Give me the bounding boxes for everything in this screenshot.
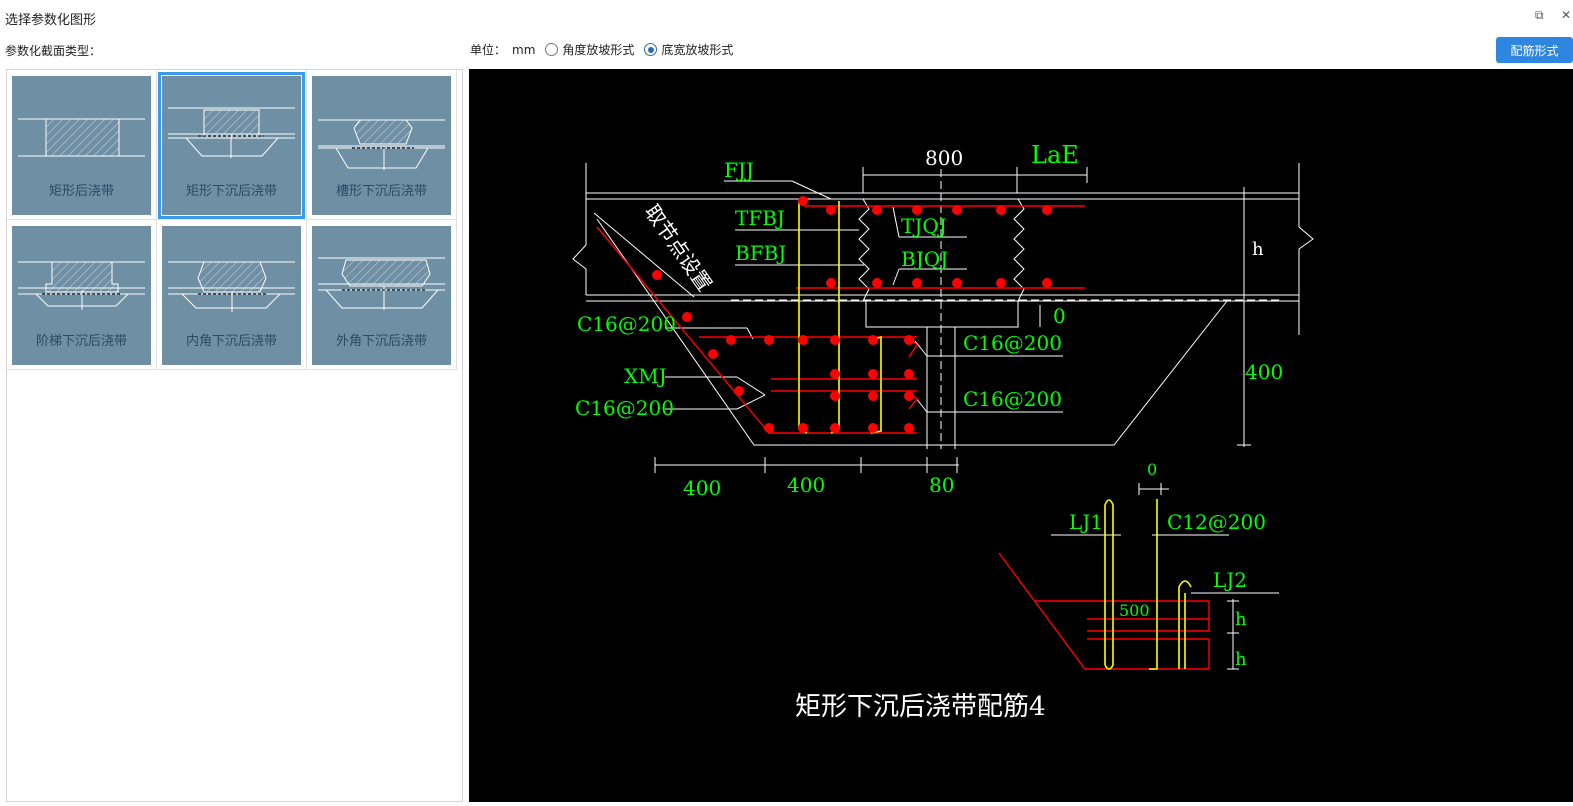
restore-icon[interactable]: ⧉ <box>1535 8 1544 23</box>
shape-label: 外角下沉后浇带 <box>335 334 427 349</box>
drawing-caption: 矩形下沉后浇带配筋4 <box>795 692 1046 722</box>
radio-base-width-slope[interactable] <box>644 43 658 56</box>
label-c16-b: C16@200 <box>575 396 674 420</box>
shape-card-rect-sunken[interactable]: 矩形下沉后浇带 <box>157 70 307 220</box>
shape-label: 槽形下沉后浇带 <box>335 184 427 199</box>
dim-h-b: h <box>1235 609 1247 630</box>
dim-400-b: 400 <box>787 473 825 497</box>
shape-thumb[interactable]: 内角下沉后浇带 <box>162 226 301 365</box>
shape-list-panel: 矩形后浇带 矩形下沉后浇带 槽形下沉后浇带 阶梯下沉后浇带 内角下沉后浇带 外角… <box>6 69 463 802</box>
label-c16-a: C16@200 <box>577 312 676 336</box>
shape-label: 阶梯下沉后浇带 <box>35 334 127 349</box>
section-type-label: 参数化截面类型： <box>5 44 102 58</box>
dim-500: 500 <box>1119 601 1150 620</box>
shape-card-inner-corner-sunken[interactable]: 内角下沉后浇带 <box>157 220 307 370</box>
label-fjj: FJJ <box>724 158 754 182</box>
cad-preview-canvas: FJJ TFBJ BFBJ TJQJ BJQJ C16@200 XMJ C16@… <box>469 69 1573 802</box>
window-title: 选择参数化图形 <box>5 13 97 28</box>
dim-zero-a: 0 <box>1053 304 1066 328</box>
radio-angle-slope-label[interactable]: 角度放坡形式 <box>562 41 634 58</box>
rebar-form-button[interactable]: 配筋形式 <box>1496 37 1573 63</box>
shape-label: 内角下沉后浇带 <box>185 334 277 349</box>
title-bar: 选择参数化图形 ⧉ ✕ <box>0 0 1573 34</box>
dim-800: 800 <box>925 146 963 170</box>
shape-label: 矩形下沉后浇带 <box>185 184 277 199</box>
shape-thumb[interactable]: 外角下沉后浇带 <box>312 226 451 365</box>
unit-label: 单位： <box>470 43 507 57</box>
dim-zero-b: 0 <box>1147 460 1157 479</box>
label-tfbj: TFBJ <box>735 206 785 230</box>
shape-label: 矩形后浇带 <box>48 184 114 199</box>
label-lj2: LJ2 <box>1213 568 1247 592</box>
unit-value: mm <box>512 42 536 57</box>
dim-lae: LaE <box>1031 141 1079 169</box>
shape-thumb[interactable]: 矩形后浇带 <box>12 76 151 215</box>
radio-angle-slope[interactable] <box>545 43 559 56</box>
label-bjqj: BJQJ <box>901 247 948 271</box>
label-xmj: XMJ <box>624 364 667 388</box>
shape-card-outer-corner-sunken[interactable]: 外角下沉后浇带 <box>307 220 457 370</box>
label-c12: C12@200 <box>1167 510 1266 534</box>
shape-thumb[interactable]: 矩形下沉后浇带 <box>158 72 305 219</box>
shape-thumb[interactable]: 槽形下沉后浇带 <box>312 76 451 215</box>
label-lj1: LJ1 <box>1069 510 1103 534</box>
shape-card-trough-sunken[interactable]: 槽形下沉后浇带 <box>307 70 457 220</box>
dim-400-v: 400 <box>1245 360 1283 384</box>
dim-400-a: 400 <box>683 476 721 500</box>
shape-card-rect[interactable]: 矩形后浇带 <box>7 70 157 220</box>
label-c16-c: C16@200 <box>963 331 1062 355</box>
shape-thumb[interactable]: 阶梯下沉后浇带 <box>12 226 151 365</box>
shape-card-stepped-sunken[interactable]: 阶梯下沉后浇带 <box>7 220 157 370</box>
dim-h-c: h <box>1235 649 1247 670</box>
label-node-setting: 取节点设置 <box>640 200 717 296</box>
dim-80: 80 <box>929 473 954 497</box>
label-bfbj: BFBJ <box>735 241 786 265</box>
shape-grid: 矩形后浇带 矩形下沉后浇带 槽形下沉后浇带 阶梯下沉后浇带 内角下沉后浇带 外角… <box>7 70 464 375</box>
close-icon[interactable]: ✕ <box>1561 8 1571 22</box>
dim-h-a: h <box>1252 239 1264 260</box>
label-tjqj: TJQJ <box>901 214 947 238</box>
unit-row: 单位： mm 角度放坡形式 底宽放坡形式 <box>470 41 739 58</box>
label-c16-d: C16@200 <box>963 387 1062 411</box>
radio-base-width-slope-label[interactable]: 底宽放坡形式 <box>661 41 733 58</box>
